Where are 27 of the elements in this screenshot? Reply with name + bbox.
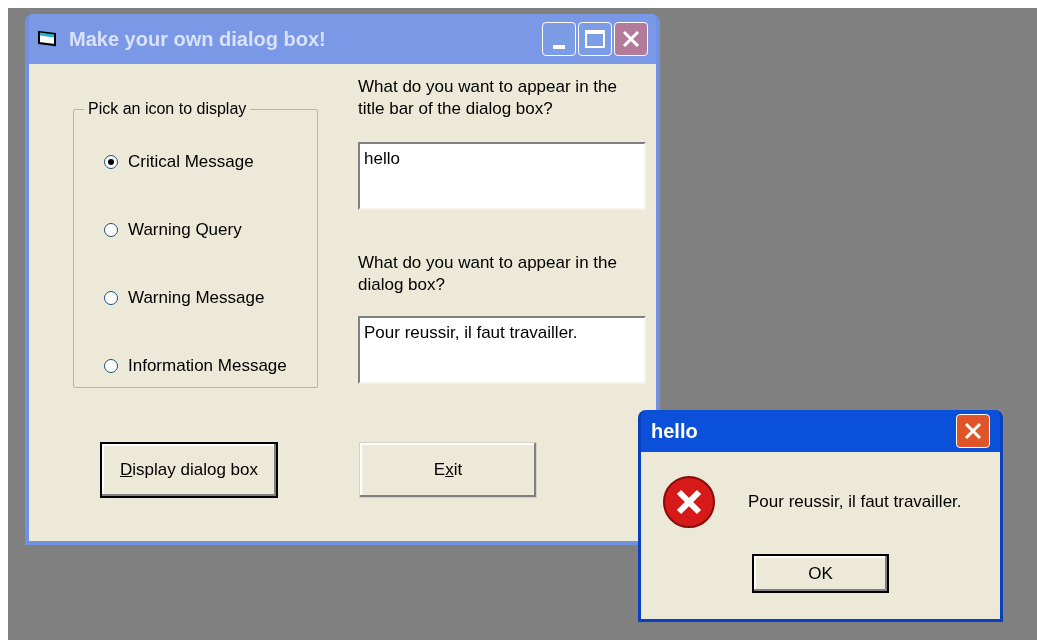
display-dialog-button[interactable]: Display dialog box [100, 442, 278, 498]
window-title: Make your own dialog box! [69, 27, 326, 52]
text-field[interactable]: hello [358, 142, 646, 210]
message-box-title: hello [651, 419, 698, 444]
close-icon [963, 421, 983, 441]
exit-button[interactable]: Exit [359, 442, 537, 498]
close-button[interactable] [614, 22, 648, 56]
radio-option[interactable]: Information Message [104, 353, 287, 378]
maximize-button[interactable] [578, 22, 612, 56]
text-field[interactable]: Pour reussir, il faut travailler. [358, 316, 646, 384]
error-icon [661, 474, 717, 530]
minimize-button[interactable] [542, 22, 576, 56]
close-icon [621, 29, 641, 49]
radio-button[interactable] [104, 154, 118, 169]
window-icon [37, 30, 59, 48]
field-label: What do you want to appear in the title bar of the dialog box? [358, 76, 618, 120]
field-label: What do you want to appear in the dialog box? [358, 252, 618, 296]
radio-option[interactable]: Critical Message [104, 149, 287, 174]
radio-option[interactable]: Warning Query [104, 217, 287, 242]
radio-option[interactable]: Warning Message [104, 285, 287, 310]
group-legend: Pick an icon to display [84, 97, 251, 121]
radio-button[interactable] [104, 358, 118, 373]
message-text: Pour reussir, il faut travailler. [748, 491, 962, 514]
ok-button[interactable]: OK [752, 554, 889, 593]
radio-button[interactable] [104, 222, 118, 237]
radio-button[interactable] [104, 290, 118, 305]
close-button[interactable] [956, 414, 990, 448]
